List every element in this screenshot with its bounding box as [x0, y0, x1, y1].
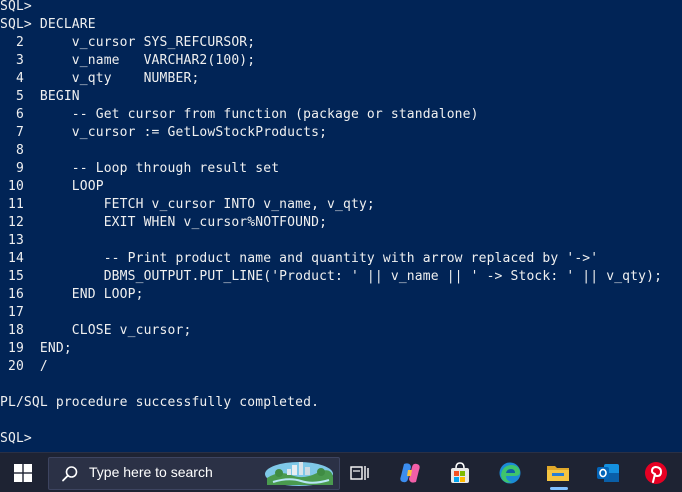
console-line: 15 DBMS_OUTPUT.PUT_LINE('Product: ' || v… — [0, 269, 663, 284]
edge-icon — [499, 462, 521, 483]
outlook-icon — [597, 463, 619, 482]
console-line: 14 -- Print product name and quantity wi… — [0, 251, 599, 266]
console-line: 12 EXIT WHEN v_cursor%NOTFOUND; — [0, 215, 328, 230]
outlook-button[interactable] — [588, 453, 628, 492]
copilot-button[interactable] — [390, 453, 430, 492]
console-line: SQL> — [0, 431, 32, 446]
console-line: 20 / — [0, 359, 48, 374]
copilot-icon — [400, 462, 420, 483]
microsoft-store-icon — [451, 461, 469, 483]
console-line: 17 — [0, 305, 24, 320]
console-line: 3 v_name VARCHAR2(100); — [0, 53, 256, 68]
sqlplus-console[interactable]: SQL> SQL> DECLARE 2 v_cursor SYS_REFCURS… — [0, 0, 682, 452]
console-line: 7 v_cursor := GetLowStockProducts; — [0, 125, 328, 140]
console-line: PL/SQL procedure successfully completed. — [0, 395, 320, 410]
taskbar-search-box[interactable]: Type here to search — [48, 457, 340, 490]
console-line: SQL> DECLARE — [0, 17, 96, 32]
console-line: 11 FETCH v_cursor INTO v_name, v_qty; — [0, 197, 375, 212]
windows-taskbar: Type here to search — [0, 452, 682, 492]
task-view-icon — [350, 465, 369, 480]
console-line: 9 -- Loop through result set — [0, 161, 280, 176]
start-button[interactable] — [0, 453, 46, 492]
console-line: 10 LOOP — [0, 179, 104, 194]
windows-start-icon — [14, 463, 32, 482]
console-line: 18 CLOSE v_cursor; — [0, 323, 192, 338]
active-app-indicator — [550, 487, 568, 490]
console-line: 8 — [0, 143, 24, 158]
console-line: SQL> — [0, 0, 32, 14]
search-highlight-landscape-icon[interactable] — [259, 458, 337, 489]
microsoft-store-button[interactable] — [440, 453, 480, 492]
file-explorer-icon — [547, 465, 569, 481]
console-line: 13 — [0, 233, 24, 248]
console-line: 5 BEGIN — [0, 89, 80, 104]
console-line: 4 v_qty NUMBER; — [0, 71, 200, 86]
console-line: 16 END LOOP; — [0, 287, 144, 302]
search-placeholder: Type here to search — [89, 464, 213, 480]
search-icon — [62, 466, 78, 482]
console-line: 19 END; — [0, 341, 72, 356]
edge-button[interactable] — [490, 453, 530, 492]
file-explorer-button[interactable] — [538, 453, 578, 492]
console-line: 2 v_cursor SYS_REFCURSOR; — [0, 35, 256, 50]
console-line: 6 -- Get cursor from function (package o… — [0, 107, 479, 122]
pinterest-button[interactable] — [636, 453, 676, 492]
task-view-button[interactable] — [340, 453, 380, 492]
pinterest-icon — [645, 461, 667, 484]
